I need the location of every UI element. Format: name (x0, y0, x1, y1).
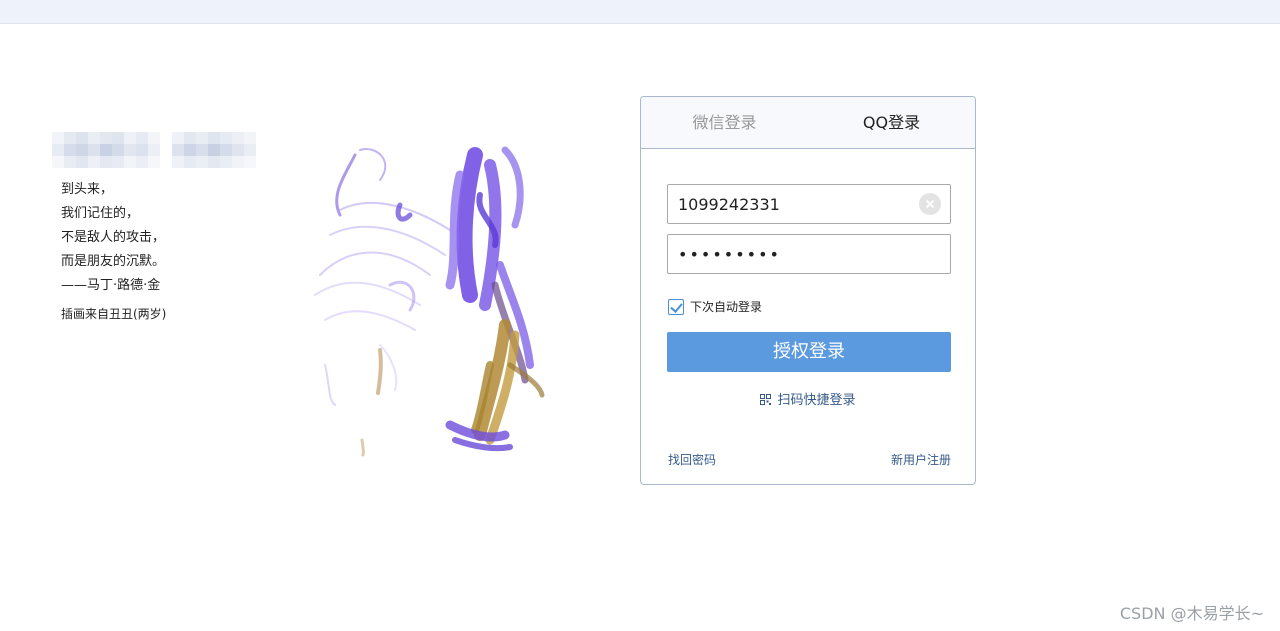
blurred-title-part-1 (52, 132, 160, 168)
remember-me-label: 下次自动登录 (690, 300, 763, 314)
remember-me-option[interactable]: 下次自动登录 (668, 298, 762, 315)
qr-code-icon (760, 394, 772, 405)
tab-qq-login[interactable]: QQ登录 (808, 97, 975, 148)
clear-input-icon[interactable] (919, 193, 941, 215)
qr-login-link[interactable]: 扫码快捷登录 (641, 389, 975, 408)
username-field-wrapper (667, 184, 951, 224)
login-tabs: 微信登录 QQ登录 (641, 97, 975, 149)
quote-block: 到头来， 我们记住的， 不是敌人的攻击， 而是朋友的沉默。 ——马丁·路德·金 (61, 178, 165, 298)
qr-login-label: 扫码快捷登录 (777, 393, 856, 408)
painting-illustration (314, 146, 545, 457)
password-field-wrapper (667, 234, 951, 274)
username-input[interactable] (668, 185, 908, 223)
blurred-title-part-2 (172, 132, 256, 168)
login-card: 微信登录 QQ登录 下次自动登录 授权登录 扫码快捷登录 找回密码 新用户注册 (640, 96, 976, 485)
authorize-login-button[interactable]: 授权登录 (667, 332, 951, 372)
password-input[interactable] (668, 235, 908, 273)
forgot-password-link[interactable]: 找回密码 (668, 451, 716, 468)
quote-line: 不是敌人的攻击， (61, 230, 166, 245)
quote-line: 到头来， (61, 182, 114, 197)
quote-line: 而是朋友的沉默。 (61, 254, 166, 269)
watermark-text: CSDN @木易学长~ (1119, 604, 1264, 623)
quote-line: 我们记住的， (61, 206, 140, 221)
tab-wechat-login[interactable]: 微信登录 (641, 97, 808, 148)
register-link[interactable]: 新用户注册 (891, 451, 951, 468)
illustration-credit: 插画来自丑丑(两岁) (61, 307, 167, 321)
quote-author: ——马丁·路德·金 (61, 278, 161, 293)
browser-top-bar (0, 0, 1280, 24)
remember-me-checkbox[interactable] (668, 298, 684, 315)
